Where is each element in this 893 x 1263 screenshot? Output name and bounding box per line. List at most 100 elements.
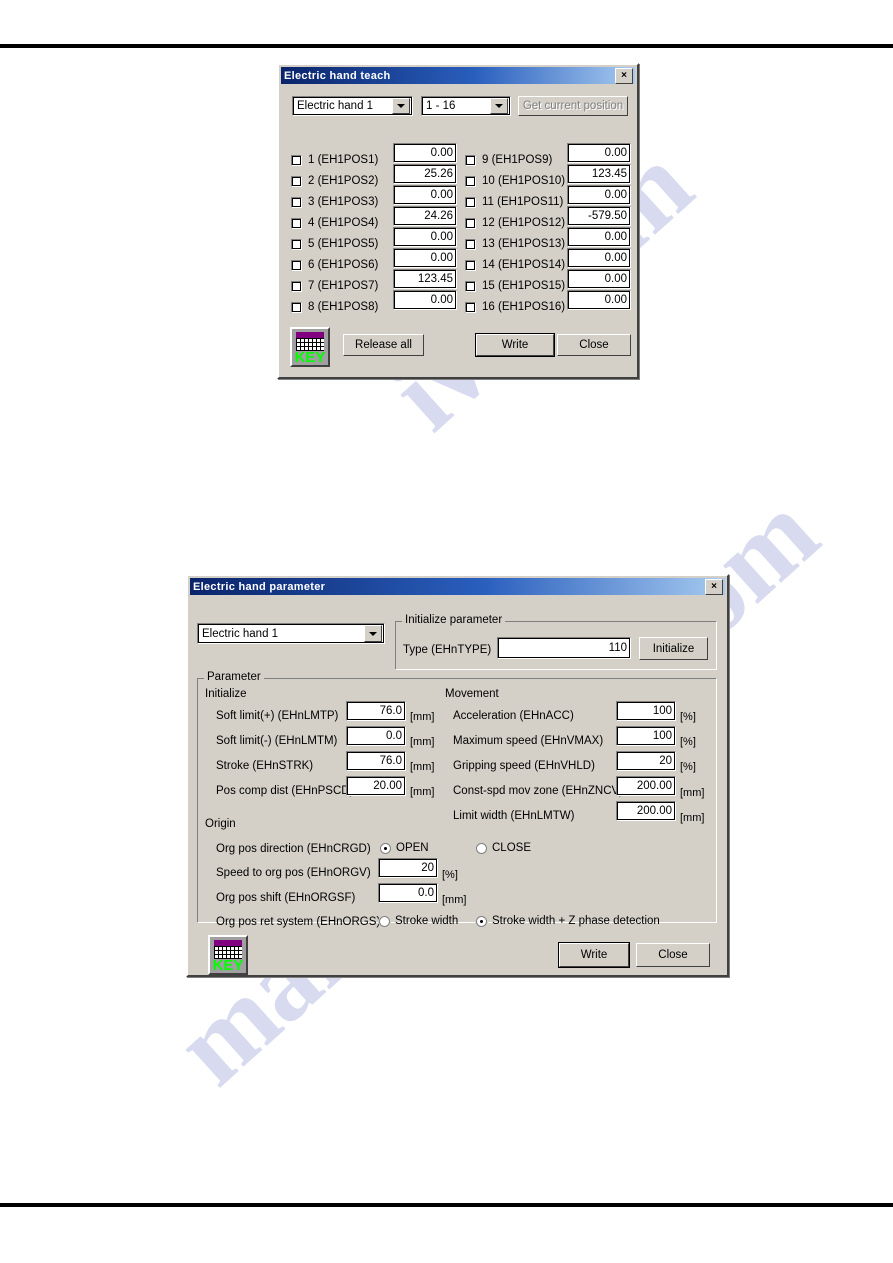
chevron-down-icon[interactable] xyxy=(364,625,382,642)
close-icon[interactable]: × xyxy=(705,578,723,595)
key-icon-label: KEY xyxy=(294,349,326,366)
checkbox-icon[interactable] xyxy=(291,259,302,271)
position-row-14[interactable]: 14 (EH1POS14) xyxy=(465,259,565,271)
position-value-7[interactable]: 123.45 xyxy=(393,269,457,289)
checkbox-icon[interactable] xyxy=(465,238,476,250)
limit-width-input[interactable]: 200.00 xyxy=(616,801,676,821)
pos-comp-dist-label: Pos comp dist (EHnPSCD) xyxy=(216,785,354,797)
radio-icon[interactable] xyxy=(380,842,391,854)
position-value-13[interactable]: 0.00 xyxy=(567,227,631,247)
checkbox-icon[interactable] xyxy=(291,175,302,187)
position-value-8[interactable]: 0.00 xyxy=(393,290,457,310)
position-row-7[interactable]: 7 (EH1POS7) xyxy=(291,280,378,292)
release-all-button[interactable]: Release all xyxy=(343,334,424,356)
position-label: 7 (EH1POS7) xyxy=(308,280,379,292)
speed-to-org-pos-label: Speed to org pos (EHnORGV) xyxy=(216,867,371,879)
position-value-11[interactable]: 0.00 xyxy=(567,185,631,205)
close-icon[interactable]: × xyxy=(615,67,633,84)
speed-to-org-pos-input[interactable]: 20 xyxy=(378,858,438,878)
stroke-input[interactable]: 76.0 xyxy=(346,751,406,771)
position-row-4[interactable]: 4 (EH1POS4) xyxy=(291,217,378,229)
position-row-9[interactable]: 9 (EH1POS9) xyxy=(465,154,552,166)
position-value-16[interactable]: 0.00 xyxy=(567,290,631,310)
type-input[interactable]: 110 xyxy=(497,637,631,659)
position-label: 10 (EH1POS10) xyxy=(482,175,566,187)
get-current-position-button[interactable]: Get current position xyxy=(518,96,628,116)
soft-limit-plus-input[interactable]: 76.0 xyxy=(346,701,406,721)
position-value-6[interactable]: 0.00 xyxy=(393,248,457,268)
org-pos-ret-opt1-label: Stroke width xyxy=(395,915,459,927)
range-select-combo[interactable]: 1 - 16 xyxy=(421,96,511,116)
position-label: 6 (EH1POS6) xyxy=(308,259,379,271)
position-value-1[interactable]: 0.00 xyxy=(393,143,457,163)
radio-icon[interactable] xyxy=(379,915,390,927)
write-button[interactable]: Write xyxy=(559,943,629,967)
position-row-8[interactable]: 8 (EH1POS8) xyxy=(291,301,378,313)
key-icon-label: KEY xyxy=(212,957,244,974)
checkbox-icon[interactable] xyxy=(465,217,476,229)
checkbox-icon[interactable] xyxy=(465,175,476,187)
soft-limit-plus-label: Soft limit(+) (EHnLMTP) xyxy=(216,710,339,722)
org-pos-ret-stroke-width-z-radio[interactable]: Stroke width + Z phase detection xyxy=(476,915,660,927)
position-value-14[interactable]: 0.00 xyxy=(567,248,631,268)
checkbox-icon[interactable] xyxy=(291,280,302,292)
checkbox-icon[interactable] xyxy=(291,154,302,166)
position-value-3[interactable]: 0.00 xyxy=(393,185,457,205)
position-value-9[interactable]: 0.00 xyxy=(567,143,631,163)
maximum-speed-label: Maximum speed (EHnVMAX) xyxy=(453,735,604,747)
close-button[interactable]: Close xyxy=(636,943,710,967)
checkbox-icon[interactable] xyxy=(465,301,476,313)
soft-limit-minus-input[interactable]: 0.0 xyxy=(346,726,406,746)
checkbox-icon[interactable] xyxy=(291,238,302,250)
checkbox-icon[interactable] xyxy=(465,259,476,271)
position-row-10[interactable]: 10 (EH1POS10) xyxy=(465,175,565,187)
position-value-2[interactable]: 25.26 xyxy=(393,164,457,184)
radio-icon[interactable] xyxy=(476,842,487,854)
position-value-10[interactable]: 123.45 xyxy=(567,164,631,184)
gripping-speed-input[interactable]: 20 xyxy=(616,751,676,771)
position-row-3[interactable]: 3 (EH1POS3) xyxy=(291,196,378,208)
close-button[interactable]: Close xyxy=(557,334,631,356)
position-row-12[interactable]: 12 (EH1POS12) xyxy=(465,217,565,229)
position-value-5[interactable]: 0.00 xyxy=(393,227,457,247)
maximum-speed-input[interactable]: 100 xyxy=(616,726,676,746)
teach-titlebar[interactable]: Electric hand teach × xyxy=(281,67,635,84)
org-pos-ret-stroke-width-radio[interactable]: Stroke width xyxy=(379,915,458,927)
checkbox-icon[interactable] xyxy=(465,154,476,166)
org-pos-direction-close-radio[interactable]: CLOSE xyxy=(476,842,531,854)
soft-limit-plus-unit: [mm] xyxy=(410,711,435,723)
position-row-1[interactable]: 1 (EH1POS1) xyxy=(291,154,378,166)
position-row-15[interactable]: 15 (EH1POS15) xyxy=(465,280,565,292)
initialize-button[interactable]: Initialize xyxy=(639,637,708,660)
position-row-5[interactable]: 5 (EH1POS5) xyxy=(291,238,378,250)
org-pos-direction-open-radio[interactable]: OPEN xyxy=(380,842,429,854)
org-pos-shift-input[interactable]: 0.0 xyxy=(378,883,438,903)
org-pos-ret-system-label: Org pos ret system (EHnORGS) xyxy=(216,916,381,928)
position-value-15[interactable]: 0.00 xyxy=(567,269,631,289)
position-row-11[interactable]: 11 (EH1POS11) xyxy=(465,196,563,208)
write-button[interactable]: Write xyxy=(476,334,554,356)
position-row-13[interactable]: 13 (EH1POS13) xyxy=(465,238,565,250)
position-value-4[interactable]: 24.26 xyxy=(393,206,457,226)
checkbox-icon[interactable] xyxy=(465,196,476,208)
acceleration-input[interactable]: 100 xyxy=(616,701,676,721)
key-icon[interactable]: KEY xyxy=(208,935,248,975)
position-value-12[interactable]: -579.50 xyxy=(567,206,631,226)
position-row-16[interactable]: 16 (EH1POS16) xyxy=(465,301,565,313)
checkbox-icon[interactable] xyxy=(291,217,302,229)
hand-select-combo[interactable]: Electric hand 1 xyxy=(292,96,413,116)
checkbox-icon[interactable] xyxy=(465,280,476,292)
checkbox-icon[interactable] xyxy=(291,301,302,313)
const-spd-mov-zone-input[interactable]: 200.00 xyxy=(616,776,676,796)
radio-icon[interactable] xyxy=(476,915,487,927)
position-row-2[interactable]: 2 (EH1POS2) xyxy=(291,175,378,187)
param-titlebar[interactable]: Electric hand parameter × xyxy=(190,578,725,595)
checkbox-icon[interactable] xyxy=(291,196,302,208)
pos-comp-dist-input[interactable]: 20.00 xyxy=(346,776,406,796)
position-row-6[interactable]: 6 (EH1POS6) xyxy=(291,259,378,271)
chevron-down-icon[interactable] xyxy=(392,98,410,114)
hand-select-combo[interactable]: Electric hand 1 xyxy=(197,623,385,644)
chevron-down-icon[interactable] xyxy=(490,98,508,114)
page-bottom-rule xyxy=(0,1203,893,1207)
key-icon[interactable]: KEY xyxy=(290,327,330,367)
